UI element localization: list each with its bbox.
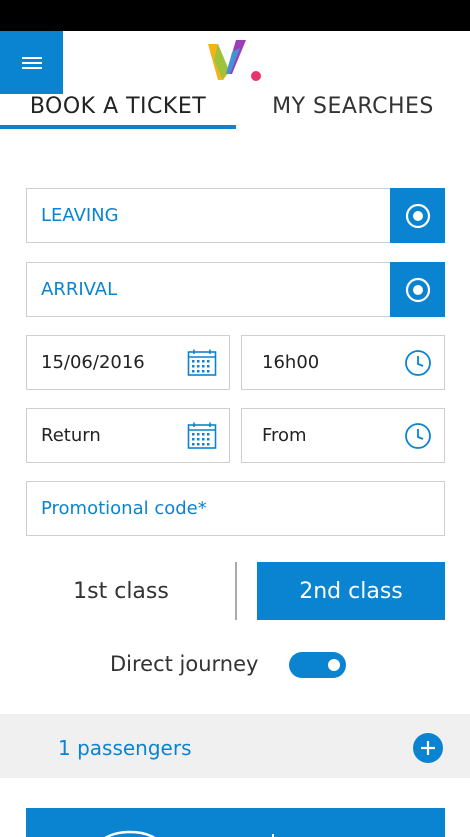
departure-time-value: 16h00	[262, 352, 320, 373]
return-date-field[interactable]: Return	[26, 408, 230, 463]
promo-code-placeholder: Promotional code*	[41, 498, 207, 519]
target-icon	[405, 277, 430, 302]
calendar-icon	[187, 349, 217, 376]
return-date-value: Return	[41, 425, 101, 446]
departure-time-field[interactable]: 16h00	[241, 335, 445, 390]
class-divider	[235, 562, 237, 620]
second-class-button[interactable]: 2nd class	[257, 562, 445, 620]
direct-journey-label: Direct journey	[110, 652, 259, 676]
clock-icon	[405, 349, 431, 376]
return-time-value: From	[262, 425, 307, 446]
promo-code-field[interactable]: Promotional code*	[26, 481, 445, 536]
departure-date-value: 15/06/2016	[41, 352, 145, 373]
toggle-knob	[328, 659, 340, 671]
return-time-field[interactable]: From	[241, 408, 445, 463]
app-logo	[208, 40, 261, 81]
leaving-label: LEAVING	[41, 205, 119, 226]
menu-icon	[21, 56, 42, 69]
leaving-location-button[interactable]	[390, 188, 445, 243]
clock-icon	[405, 422, 431, 449]
arrival-label: ARRIVAL	[41, 279, 118, 300]
first-class-button[interactable]: 1st class	[26, 562, 216, 620]
departure-date-field[interactable]: 15/06/2016	[26, 335, 230, 390]
direct-journey-toggle[interactable]	[289, 652, 346, 678]
active-tab-indicator	[0, 125, 236, 129]
tab-my-searches[interactable]: MY SEARCHES	[236, 94, 470, 130]
arrival-location-button[interactable]	[390, 262, 445, 317]
search-button-icon	[104, 830, 274, 837]
target-icon	[405, 203, 430, 228]
add-passenger-button[interactable]	[413, 733, 443, 763]
status-bar	[0, 0, 470, 31]
arrival-field[interactable]: ARRIVAL	[26, 262, 445, 317]
search-button[interactable]	[26, 808, 445, 837]
calendar-icon	[187, 422, 217, 449]
leaving-field[interactable]: LEAVING	[26, 188, 445, 243]
passengers-label: 1 passengers	[58, 736, 192, 760]
plus-icon	[421, 741, 435, 755]
hamburger-menu-button[interactable]	[0, 31, 63, 94]
